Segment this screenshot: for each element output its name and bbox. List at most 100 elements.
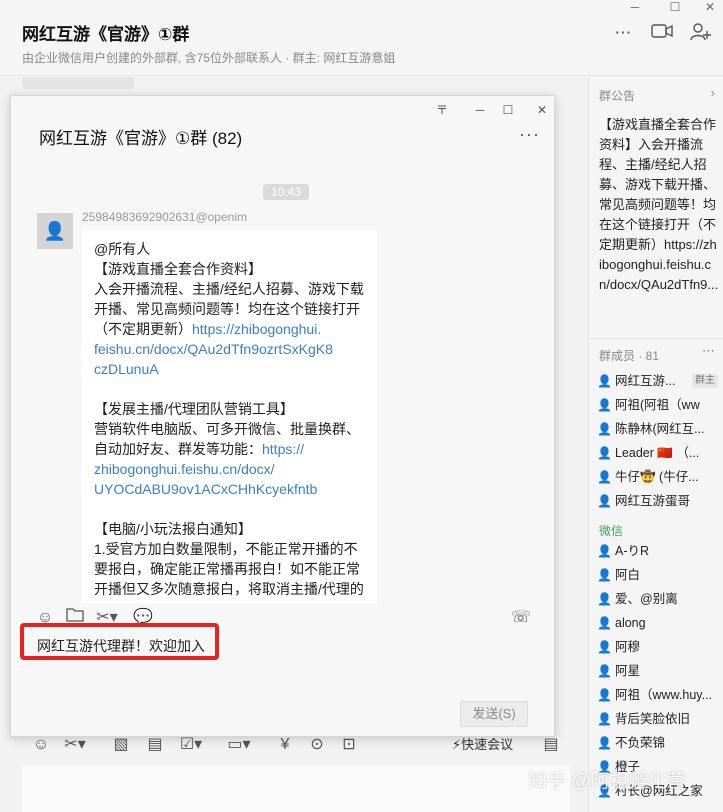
member-item[interactable]: 👤 陈静林(网红互... [597,419,722,439]
member-name: 网红互游... [615,374,676,388]
chat-title: 网红互游《官游》①群 [22,25,190,44]
member-item[interactable]: 👤 网红互游蛋哥 [597,491,722,511]
member-item[interactable]: 👤 Leader 🇨🇳 （... [597,443,722,463]
member-name: 阿星 [615,664,641,678]
user-icon: 👤 [597,712,612,726]
chat-subtitle: 由企业微信用户创建的外部群, 含75位外部联系人 · 群主: 网红互游意姐 [22,51,396,65]
add-member-icon[interactable] [688,22,714,44]
maximize-icon[interactable]: ☐ [497,102,519,118]
member-name: 阿白 [615,568,641,582]
maximize-icon[interactable]: ☐ [660,0,690,14]
message-text: 开播但又多次随意报白，将取消主播/代理的 [94,581,364,597]
minimize-icon[interactable]: ─ [469,102,491,118]
divider [589,338,723,339]
minimize-icon[interactable]: ─ [620,0,650,14]
message-text: 营销软件电脑版、可多开微信、批量换群、 [94,421,360,437]
member-item[interactable]: 👤 A-りR [597,541,722,561]
more-icon[interactable]: ⋯ [702,343,715,359]
members-title: 群成员 · 81 [599,349,660,363]
user-icon: 👤 [597,736,612,750]
member-name: 网红互游蛋哥 [615,494,691,508]
group-sidebar: 群公告 › 【游戏直播全套合作资料】入会开播流程、主播/经纪人招募、游戏下载开播… [588,77,723,812]
message-line: 【发展主播/代理团队营销工具】 [94,399,365,419]
message-list[interactable]: 10:43 👤 25984983692902631@openim @所有人 【游戏… [11,158,554,603]
message-link[interactable]: zhibogonghui.feishu.cn/docx/ [94,459,365,479]
user-icon: 👤 [597,616,612,630]
user-icon: 👤 [597,592,612,606]
chevron-right-icon[interactable]: › [711,85,715,100]
member-item[interactable]: 👤 不负荣锦 [597,733,722,753]
member-item[interactable]: 👤 背后笑脸依旧 [597,709,722,729]
member-name: 阿祖(阿祖（ww [615,398,700,412]
user-icon: 👤 [597,494,612,508]
message-text: 1.受官方加白数量限制，不能正常开播的不 [94,541,358,557]
message-text: 【电脑/小玩法报白通知】 [94,521,252,537]
send-button[interactable]: 发送(S) [460,701,528,727]
member-item[interactable]: 👤 爱、@别离 [597,589,722,609]
group-notice-text[interactable]: 【游戏直播全套合作资料】入会开播流程、主播/经纪人招募、游戏下载开播、常见高频问… [599,115,719,295]
message-link[interactable]: https:// [262,441,304,457]
member-name: 阿穆 [615,640,641,654]
message-line: （不定期更新）https://zhibogonghui. [94,319,365,339]
member-item[interactable]: 👤 along [597,613,722,633]
member-name: 牛仔🤠 (牛仔... [615,470,699,484]
message-text: 【游戏直播全套合作资料】 [94,261,262,277]
pin-icon[interactable]: 〒 [431,102,453,118]
sender-name: 25984983692902631@openim [82,210,247,224]
member-name: Leader 🇨🇳 （... [615,446,700,460]
video-call-icon[interactable] [649,22,675,44]
message-text: 自动加好友、群发等功能： [94,441,262,457]
previous-message-bubble [22,77,134,89]
watermark: 知乎 @阿祖孵化营 [528,771,686,792]
message-line: 开播但又多次随意报白，将取消主播/代理的 [94,579,365,599]
member-item[interactable]: 👤 网红互游... 群主 [597,371,722,391]
message-link[interactable]: https://zhibogonghui. [192,321,321,337]
user-icon: 👤 [597,470,612,484]
member-item[interactable]: 👤 牛仔🤠 (牛仔... [597,467,722,487]
member-item[interactable]: 👤 阿星 [597,661,722,681]
message-text: 开播、常见高频问题等！均在这个链接打开 [94,301,360,317]
highlight-box [20,623,219,660]
message-line: 要报白，确定能正常播再报白！如不能正常 [94,559,365,579]
member-name: A-りR [615,544,650,558]
user-icon: 👤 [597,688,612,702]
chat-header: 网红互游《官游》①群 由企业微信用户创建的外部群, 含75位外部联系人 · 群主… [0,0,723,76]
member-item[interactable]: 👤 阿祖(阿祖（ww [597,395,722,415]
message-line: 自动加好友、群发等功能：https:// [94,439,365,459]
member-name: 背后笑脸依旧 [615,712,691,726]
message-line: 入会开播流程、主播/经纪人招募、游戏下载 [94,279,365,299]
message-line: 开播、常见高频问题等！均在这个链接打开 [94,299,365,319]
member-item[interactable]: 👤 阿祖（www.huy... [597,685,722,705]
more-icon[interactable]: ⋯ [610,22,636,44]
group-chat-dialog: 〒 ─ ☐ ✕ 网红互游《官游》①群 (82) ··· 10:43 👤 2598… [10,95,555,737]
owner-badge: 群主 [692,374,718,388]
message-spacer [94,499,365,519]
member-item[interactable]: 👤 阿白 [597,565,722,585]
close-icon[interactable]: ✕ [695,0,723,14]
wechat-section-label: 微信 [599,524,624,538]
message-line: 【游戏直播全套合作资料】 [94,259,365,279]
message-bubble[interactable]: @所有人【游戏直播全套合作资料】入会开播流程、主播/经纪人招募、游戏下载开播、常… [82,230,377,603]
message-line: 1.受官方加白数量限制，不能正常开播的不 [94,539,365,559]
message-link[interactable]: feishu.cn/docx/QAu2dTfn9ozrtSxKgK8 [94,339,365,359]
message-link[interactable]: czDLunuA [94,359,365,379]
quick-meeting-label: 快速会议 [461,737,514,752]
user-icon: 👤 [597,422,612,436]
dialog-title: 网红互游《官游》①群 (82) [39,129,243,148]
message-link[interactable]: UYOCdABU9ov1ACxCHhKcyekfntb [94,479,365,499]
main-input-area[interactable] [22,765,570,812]
user-icon: 👤 [597,664,612,678]
message-text: 要报白，确定能正常播再报白！如不能正常 [94,561,360,577]
voice-call-icon[interactable]: ☏ [509,606,533,630]
user-icon: 👤 [597,544,612,558]
message-line: @所有人 [94,239,365,259]
message-line: 营销软件电脑版、可多开微信、批量换群、 [94,419,365,439]
close-icon[interactable]: ✕ [531,102,553,118]
user-icon: 👤 [597,640,612,654]
more-icon[interactable]: ··· [519,124,540,145]
message-text: （不定期更新） [94,321,192,337]
user-icon: 👤 [597,568,612,582]
member-name: 陈静林(网红互... [615,422,705,436]
member-item[interactable]: 👤 阿穆 [597,637,722,657]
member-name: 不负荣锦 [615,736,666,750]
